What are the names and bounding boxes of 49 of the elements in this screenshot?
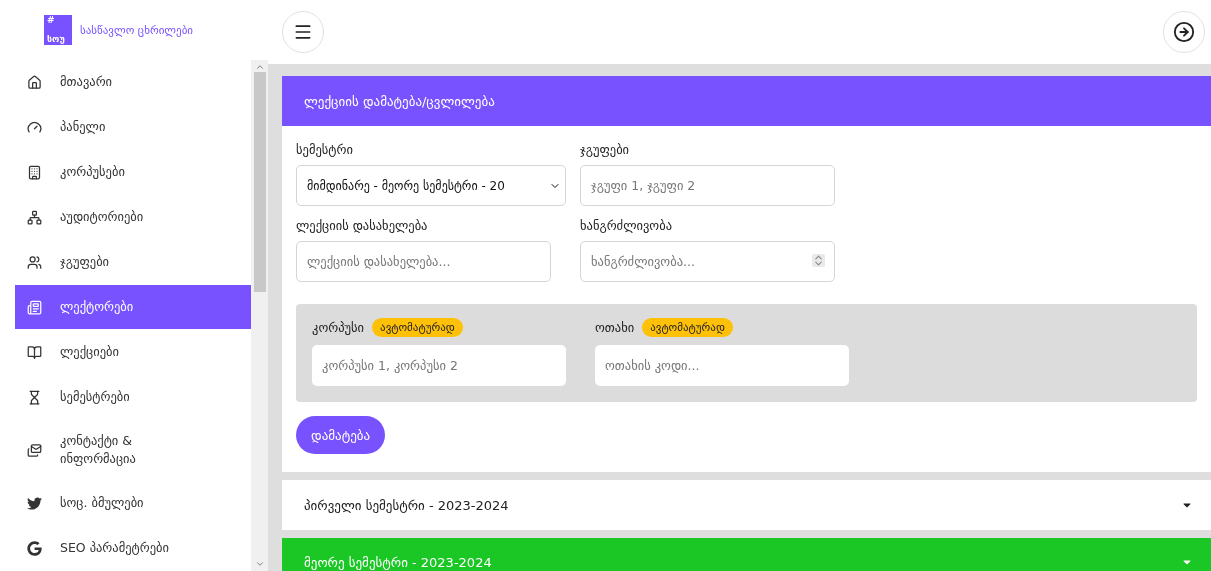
add-button[interactable]: დამატება [296, 416, 386, 454]
menu-item-icon [27, 540, 42, 556]
menu-item-icon [27, 254, 42, 270]
field-label: კორპუსი [312, 320, 365, 335]
field-label: ოთახი [595, 320, 635, 335]
menu-item-icon [27, 74, 42, 90]
menu-item-icon [27, 299, 42, 315]
auto-badge: ავტომატურად [372, 318, 463, 337]
field-label: ლექციის დასახელება [296, 218, 429, 233]
sidebar-item[interactable]: მთავარი [15, 60, 251, 104]
menu-button[interactable] [282, 11, 324, 53]
scroll-up-icon[interactable] [254, 62, 265, 72]
logout-button[interactable] [1163, 11, 1205, 53]
menu-item-icon [27, 344, 42, 360]
sidebar-item[interactable]: კონტაქტი & ინფორმაცია [15, 420, 251, 480]
scroll-down-icon[interactable] [254, 559, 265, 569]
menu-item-icon [27, 389, 42, 405]
text-input[interactable]: ოთახის კოდი... [595, 345, 849, 386]
text-input[interactable]: ჯგუფი 1, ჯგუფი 2 [580, 165, 835, 206]
sidebar-item[interactable]: კორპუსები [15, 150, 251, 194]
sidebar-item[interactable]: ლექტორები [15, 285, 251, 329]
number-input[interactable]: ხანგრძლივობა... [580, 241, 835, 282]
sidebar-item[interactable]: პანელი [15, 105, 251, 149]
menu-item-icon [27, 164, 42, 180]
spinner-icon [812, 254, 825, 267]
auto-badge: ავტომატურად [642, 318, 733, 337]
menu-icon [293, 22, 313, 42]
field-label: სემესტრი [296, 142, 354, 157]
text-input[interactable]: კორპუსი 1, კორპუსი 2 [312, 345, 566, 386]
sidebar-item[interactable]: სემესტრები [15, 375, 251, 419]
semester-select[interactable]: მიმდინარე - მეორე სემესტრი - 20 [296, 165, 566, 206]
card-header: ლექციის დამატება/ცვლილება [282, 76, 1211, 126]
menu-item-icon [27, 209, 42, 225]
sidebar-item[interactable]: აუდიტორიები [15, 195, 251, 239]
menu-item-icon [27, 442, 42, 458]
arrow-circle-icon [1173, 21, 1195, 43]
menu-item-icon [27, 119, 42, 135]
sidebar-item[interactable]: ლექციები [15, 330, 251, 374]
sidebar-item[interactable]: სოც. ბმულები [15, 481, 251, 525]
field-label: ჯგუფები [580, 142, 631, 157]
sidebar-item[interactable]: ჯგუფები [15, 240, 251, 284]
scrollbar[interactable] [251, 60, 268, 571]
text-input[interactable]: ლექციის დასახელება... [296, 241, 551, 282]
field-label: ხანგრძლივობა [580, 218, 673, 233]
menu-item-icon [27, 495, 42, 511]
logo-title: სასწავლო ცხრილები [80, 23, 193, 37]
semester-accordion[interactable]: პირველი სემესტრი - 2023-2024 [282, 480, 1211, 530]
sidebar-item[interactable]: SEO პარამეტრები [15, 526, 251, 570]
logo-mark: # სოუ [44, 15, 72, 45]
